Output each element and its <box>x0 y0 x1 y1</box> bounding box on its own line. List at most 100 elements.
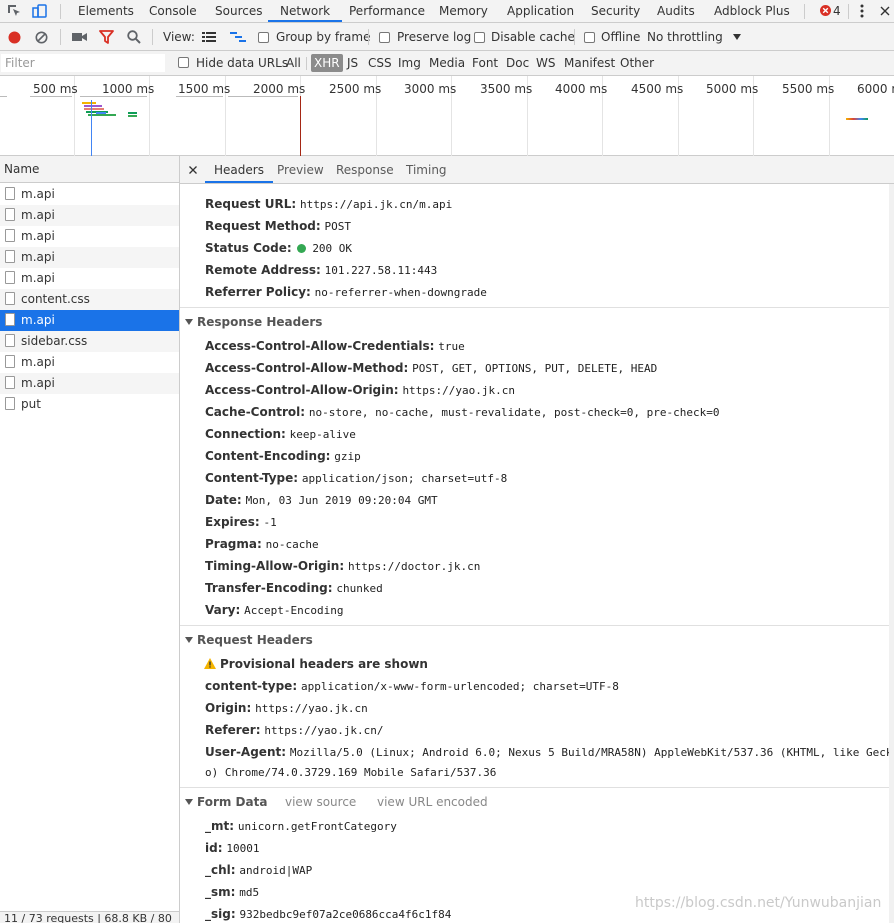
tab-preview[interactable]: Preview <box>277 156 324 183</box>
tab-adblock-plus[interactable]: Adblock Plus <box>714 0 790 22</box>
offline-checkbox[interactable] <box>584 32 595 43</box>
request-header-row: Origin: https://yao.jk.cn <box>205 701 368 715</box>
response-header-row: Connection: keep-alive <box>205 427 356 441</box>
request-row[interactable]: put <box>0 394 179 415</box>
request-headers-toggle[interactable]: Request Headers <box>185 633 313 647</box>
inspect-element-icon[interactable] <box>6 3 22 19</box>
expand-triangle-icon <box>185 798 193 805</box>
watermark: https://blog.csdn.net/Yunwubanjian <box>635 895 882 911</box>
file-icon <box>5 376 15 389</box>
form-data-row: _sm: md5 <box>205 885 260 899</box>
type-filter-media[interactable]: Media <box>429 54 465 72</box>
request-row[interactable]: m.api <box>0 268 179 289</box>
detail-scrollbar[interactable] <box>889 184 894 923</box>
group-by-frame-checkbox[interactable] <box>258 32 269 43</box>
file-icon <box>5 271 15 284</box>
tab-headers[interactable]: Headers <box>205 156 273 183</box>
user-agent-continuation: o) Chrome/74.0.3729.169 Mobile Safari/53… <box>205 766 497 779</box>
expand-triangle-icon <box>185 318 193 325</box>
kebab-menu-icon[interactable] <box>859 4 865 18</box>
response-header-row: Vary: Accept-Encoding <box>205 603 344 617</box>
file-icon <box>5 292 15 305</box>
general-row: Remote Address: 101.227.58.11:443 <box>205 263 438 277</box>
type-filter-xhr[interactable]: XHR <box>311 54 343 72</box>
response-header-row: Transfer-Encoding: chunked <box>205 581 383 595</box>
request-header-row: content-type: application/x-www-form-url… <box>205 679 619 693</box>
disable-cache-label[interactable]: Disable cache <box>491 30 575 44</box>
request-row[interactable]: m.api <box>0 247 179 268</box>
type-filter-js[interactable]: JS <box>347 54 358 72</box>
tab-memory[interactable]: Memory <box>439 0 488 22</box>
clear-icon[interactable] <box>35 31 48 44</box>
waterfall-overview-icon[interactable] <box>230 31 246 43</box>
tab-response[interactable]: Response <box>336 156 394 183</box>
request-row[interactable]: m.api <box>0 184 179 205</box>
tab-security[interactable]: Security <box>591 0 640 22</box>
device-toolbar-icon[interactable] <box>32 3 48 19</box>
view-url-encoded-link[interactable]: view URL encoded <box>377 795 488 809</box>
tick-label: 2000 ms <box>253 82 306 96</box>
error-count[interactable]: 4 <box>833 4 841 18</box>
tick-label: 5000 ms <box>706 82 759 96</box>
general-row: Request URL: https://api.jk.cn/m.api <box>205 197 453 211</box>
file-icon <box>5 229 15 242</box>
record-icon[interactable] <box>8 31 21 44</box>
request-row[interactable]: sidebar.css <box>0 331 179 352</box>
type-filter-css[interactable]: CSS <box>368 54 392 72</box>
request-row[interactable]: m.api <box>0 373 179 394</box>
filter-icon[interactable] <box>99 30 114 44</box>
search-icon[interactable] <box>127 30 141 44</box>
tab-application[interactable]: Application <box>507 0 574 22</box>
request-row[interactable]: m.api <box>0 226 179 247</box>
request-row[interactable]: m.api <box>0 352 179 373</box>
general-row: Status Code: 200 OK <box>205 241 353 255</box>
tick-label: 5500 ms <box>782 82 835 96</box>
tab-performance[interactable]: Performance <box>349 0 425 22</box>
type-filter-img[interactable]: Img <box>398 54 421 72</box>
large-rows-icon[interactable] <box>202 31 216 43</box>
screenshot-camera-icon[interactable] <box>72 32 87 42</box>
form-data-row: id: 10001 <box>205 841 260 855</box>
tab-elements[interactable]: Elements <box>78 0 134 22</box>
tick-label: 1000 ms <box>102 82 155 96</box>
throttling-select[interactable]: No throttling <box>647 30 723 44</box>
tab-sources[interactable]: Sources <box>215 0 262 22</box>
close-detail-icon[interactable] <box>189 166 197 174</box>
form-data-toggle[interactable]: Form Data <box>185 795 267 809</box>
type-filter-other[interactable]: Other <box>620 54 654 72</box>
hide-data-urls-label[interactable]: Hide data URLs <box>196 56 288 70</box>
throttling-dropdown-icon[interactable] <box>733 34 741 40</box>
request-row[interactable]: content.css <box>0 289 179 310</box>
preserve-log-label[interactable]: Preserve log <box>397 30 471 44</box>
tick-label: 2500 ms <box>329 82 382 96</box>
request-row[interactable]: m.api <box>0 205 179 226</box>
disable-cache-checkbox[interactable] <box>474 32 485 43</box>
file-icon <box>5 313 15 326</box>
filter-input[interactable] <box>1 54 165 72</box>
preserve-log-checkbox[interactable] <box>379 32 390 43</box>
type-filter-doc[interactable]: Doc <box>506 54 529 72</box>
type-filter-ws[interactable]: WS <box>536 54 555 72</box>
offline-label[interactable]: Offline <box>601 30 640 44</box>
response-headers-toggle[interactable]: Response Headers <box>185 315 322 329</box>
tab-audits[interactable]: Audits <box>657 0 695 22</box>
close-icon[interactable] <box>880 6 890 16</box>
tab-timing[interactable]: Timing <box>406 156 447 183</box>
group-by-frame-label[interactable]: Group by frame <box>276 30 370 44</box>
view-label: View: <box>163 30 195 44</box>
type-filter-all[interactable]: All <box>286 54 301 72</box>
tab-network[interactable]: Network <box>268 0 343 22</box>
form-data-row: _sig: 932bedbc9ef07a2ce0686cca4f6c1f84 <box>205 907 452 921</box>
timeline-overview[interactable]: 500 ms 1000 ms 1500 ms 2000 ms 2500 ms 3… <box>0 76 894 156</box>
file-icon <box>5 397 15 410</box>
name-column-header[interactable]: Name <box>0 156 179 183</box>
view-source-link[interactable]: view source <box>285 795 356 809</box>
request-header-row: Referer: https://yao.jk.cn/ <box>205 723 384 737</box>
request-row-selected[interactable]: m.api <box>0 310 179 331</box>
type-filter-font[interactable]: Font <box>472 54 498 72</box>
tab-console[interactable]: Console <box>149 0 197 22</box>
hide-data-urls-checkbox[interactable] <box>178 57 189 68</box>
detail-tabs: Headers Preview Response Timing <box>180 156 894 184</box>
type-filter-manifest[interactable]: Manifest <box>564 54 615 72</box>
error-icon[interactable] <box>820 5 831 16</box>
